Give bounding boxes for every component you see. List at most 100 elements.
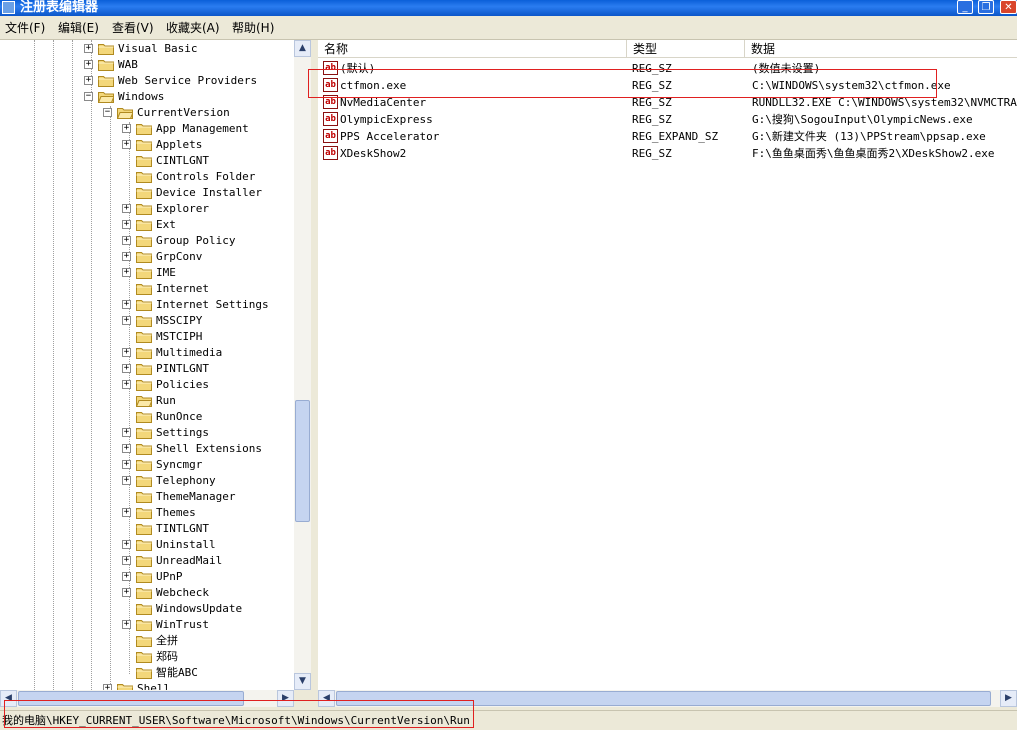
- menu-favorites[interactable]: 收藏夹(A): [166, 20, 220, 36]
- tree-item[interactable]: + Internet Settings: [0, 297, 294, 313]
- tree-item-label: Uninstall: [156, 538, 216, 551]
- expand-icon[interactable]: +: [122, 588, 131, 597]
- tree-item[interactable]: + Group Policy: [0, 233, 294, 249]
- tree-item[interactable]: + Multimedia: [0, 345, 294, 361]
- tree-item[interactable]: + Explorer: [0, 201, 294, 217]
- expand-icon[interactable]: +: [122, 204, 131, 213]
- value-type: REG_SZ: [632, 147, 672, 160]
- value-row[interactable]: ab XDeskShow2 REG_SZ F:\鱼鱼桌面秀\鱼鱼桌面秀2\XDeskS…: [318, 145, 1017, 162]
- expand-icon[interactable]: +: [122, 300, 131, 309]
- scroll-up-button[interactable]: ▲: [294, 40, 311, 57]
- value-row[interactable]: ab OlympicExpress REG_SZ G:\搜狗\SogouInput\O…: [318, 111, 1017, 128]
- expand-icon[interactable]: +: [84, 76, 93, 85]
- collapse-icon[interactable]: −: [103, 108, 112, 117]
- tree-item[interactable]: RunOnce: [0, 409, 294, 425]
- pane-splitter[interactable]: [311, 40, 318, 710]
- expand-icon[interactable]: +: [122, 572, 131, 581]
- folder-icon: [136, 523, 152, 535]
- tree-item[interactable]: 智能ABC: [0, 665, 294, 681]
- column-header-name[interactable]: 名称: [318, 40, 627, 58]
- tree-item[interactable]: + UnreadMail: [0, 553, 294, 569]
- scroll-right-button[interactable]: ▶: [1000, 690, 1017, 707]
- expand-icon[interactable]: +: [122, 348, 131, 357]
- tree-item[interactable]: + Web Service Providers: [0, 73, 294, 89]
- tree-item[interactable]: TINTLGNT: [0, 521, 294, 537]
- tree-item[interactable]: + Settings: [0, 425, 294, 441]
- tree-item[interactable]: 全拼: [0, 633, 294, 649]
- tree-item[interactable]: + GrpConv: [0, 249, 294, 265]
- expand-icon[interactable]: +: [84, 60, 93, 69]
- expand-icon[interactable]: +: [122, 236, 131, 245]
- expand-icon[interactable]: +: [122, 316, 131, 325]
- menu-view[interactable]: 查看(V): [112, 20, 154, 36]
- expand-icon[interactable]: +: [122, 220, 131, 229]
- expand-icon[interactable]: +: [122, 140, 131, 149]
- scroll-thumb[interactable]: [295, 400, 310, 522]
- expand-icon[interactable]: +: [122, 428, 131, 437]
- tree-item[interactable]: + Ext: [0, 217, 294, 233]
- expand-icon[interactable]: +: [122, 476, 131, 485]
- expand-icon[interactable]: +: [122, 620, 131, 629]
- menu-edit[interactable]: 编辑(E): [58, 20, 99, 36]
- expand-icon[interactable]: +: [122, 252, 131, 261]
- menu-file[interactable]: 文件(F): [5, 20, 45, 36]
- tree-item[interactable]: + PINTLGNT: [0, 361, 294, 377]
- expand-icon[interactable]: +: [122, 380, 131, 389]
- tree-item[interactable]: MSTCIPH: [0, 329, 294, 345]
- tree-item[interactable]: CINTLGNT: [0, 153, 294, 169]
- maximize-button[interactable]: ❐: [978, 0, 994, 14]
- tree-item[interactable]: + Visual Basic: [0, 41, 294, 57]
- tree-item[interactable]: + App Management: [0, 121, 294, 137]
- tree-item[interactable]: + Webcheck: [0, 585, 294, 601]
- folder-icon: [116, 107, 134, 119]
- expand-icon[interactable]: +: [122, 540, 131, 549]
- expand-icon[interactable]: +: [84, 44, 93, 53]
- tree-item[interactable]: − Windows: [0, 89, 294, 105]
- expand-icon[interactable]: +: [122, 268, 131, 277]
- tree-item[interactable]: Controls Folder: [0, 169, 294, 185]
- expand-icon[interactable]: +: [122, 124, 131, 133]
- expand-icon[interactable]: +: [122, 460, 131, 469]
- tree-item[interactable]: + Syncmgr: [0, 457, 294, 473]
- value-row[interactable]: ab PPS Accelerator REG_EXPAND_SZ G:\新建文件夹 (…: [318, 128, 1017, 145]
- tree-item[interactable]: Run: [0, 393, 294, 409]
- tree-item[interactable]: 郑码: [0, 649, 294, 665]
- tree-item-label: MSTCIPH: [156, 330, 203, 343]
- tree-item[interactable]: + Uninstall: [0, 537, 294, 553]
- expand-icon[interactable]: +: [122, 508, 131, 517]
- tree-item[interactable]: + WinTrust: [0, 617, 294, 633]
- column-header-type[interactable]: 类型: [627, 40, 745, 58]
- tree-item[interactable]: WindowsUpdate: [0, 601, 294, 617]
- tree-vertical-scrollbar[interactable]: ▲ ▼: [294, 40, 311, 690]
- collapse-icon[interactable]: −: [84, 92, 93, 101]
- tree-item[interactable]: + WAB: [0, 57, 294, 73]
- tree-item[interactable]: + Shell Extensions: [0, 441, 294, 457]
- tree-item[interactable]: + Shell: [0, 681, 294, 690]
- tree-item-label: CINTLGNT: [156, 154, 209, 167]
- tree-item[interactable]: ThemeManager: [0, 489, 294, 505]
- tree-item[interactable]: + MSSCIPY: [0, 313, 294, 329]
- column-header-data[interactable]: 数据: [745, 40, 1017, 58]
- value-type: REG_EXPAND_SZ: [632, 130, 719, 143]
- tree-item[interactable]: + Themes: [0, 505, 294, 521]
- expand-icon[interactable]: +: [122, 556, 131, 565]
- expand-icon[interactable]: +: [122, 364, 131, 373]
- tree-item[interactable]: + Policies: [0, 377, 294, 393]
- tree-item[interactable]: Device Installer: [0, 185, 294, 201]
- tree-item-label: UnreadMail: [156, 554, 223, 567]
- tree-item-label: WindowsUpdate: [156, 602, 243, 615]
- scroll-down-button[interactable]: ▼: [294, 673, 311, 690]
- menu-help[interactable]: 帮助(H): [232, 20, 274, 36]
- folder-icon: [136, 379, 152, 391]
- tree-item[interactable]: + UPnP: [0, 569, 294, 585]
- tree-item[interactable]: + IME: [0, 265, 294, 281]
- tree-item[interactable]: Internet: [0, 281, 294, 297]
- tree-item[interactable]: + Telephony: [0, 473, 294, 489]
- tree-item-label: Shell: [137, 682, 171, 690]
- tree-item[interactable]: − CurrentVersion: [0, 105, 294, 121]
- tree-item[interactable]: + Applets: [0, 137, 294, 153]
- folder-icon: [97, 91, 115, 103]
- expand-icon[interactable]: +: [122, 444, 131, 453]
- close-button[interactable]: ✕: [1000, 0, 1017, 14]
- minimize-button[interactable]: _: [957, 0, 973, 14]
